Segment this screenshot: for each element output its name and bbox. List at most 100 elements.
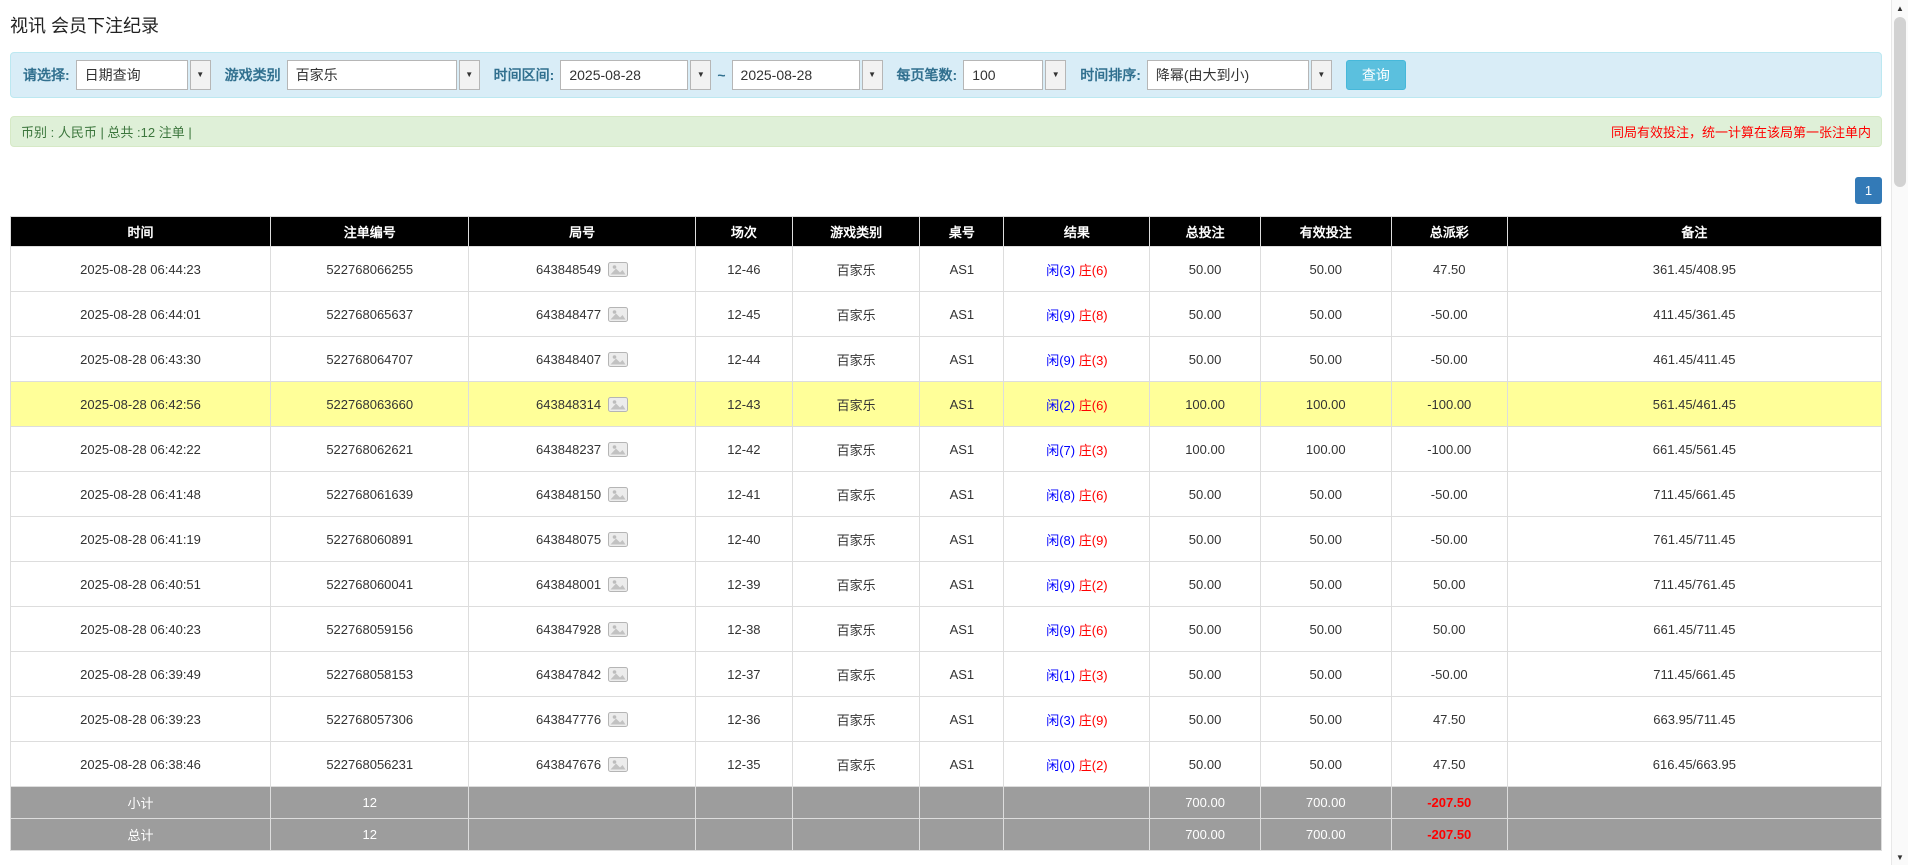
cell-table-no: AS1 bbox=[920, 517, 1004, 562]
image-preview-icon[interactable] bbox=[608, 442, 628, 457]
cell-game-type: 百家乐 bbox=[793, 382, 920, 427]
cell-game-type: 百家乐 bbox=[793, 517, 920, 562]
cell-total-bet[interactable]: 100.00 bbox=[1150, 427, 1260, 472]
scroll-down-arrow-icon[interactable]: ▼ bbox=[1892, 849, 1908, 865]
image-preview-icon[interactable] bbox=[608, 577, 628, 592]
cell-valid-bet: 50.00 bbox=[1260, 697, 1391, 742]
cell-valid-bet: 50.00 bbox=[1260, 607, 1391, 652]
cell-game-type: 百家乐 bbox=[793, 562, 920, 607]
column-header: 时间 bbox=[11, 217, 271, 247]
vertical-scrollbar[interactable]: ▲ ▼ bbox=[1891, 0, 1908, 865]
sort-order-select[interactable]: 降幂(由大到小) ▼ bbox=[1147, 60, 1332, 90]
column-header: 场次 bbox=[695, 217, 792, 247]
search-button[interactable]: 查询 bbox=[1346, 60, 1406, 90]
caret-down-icon[interactable]: ▼ bbox=[459, 60, 480, 90]
cell-valid-bet: 50.00 bbox=[1260, 292, 1391, 337]
cell-session: 12-42 bbox=[695, 427, 792, 472]
cell-total-bet[interactable]: 50.00 bbox=[1150, 697, 1260, 742]
cell-valid-bet: 50.00 bbox=[1260, 337, 1391, 382]
column-header: 桌号 bbox=[920, 217, 1004, 247]
page-size-value[interactable]: 100 bbox=[963, 60, 1043, 90]
date-from-field[interactable]: 2025-08-28 bbox=[560, 60, 688, 90]
banker-result: 庄(2) bbox=[1079, 578, 1108, 593]
caret-down-icon[interactable]: ▼ bbox=[862, 60, 883, 90]
cell-total-bet[interactable]: 50.00 bbox=[1150, 472, 1260, 517]
caret-down-icon[interactable]: ▼ bbox=[190, 60, 211, 90]
image-preview-icon[interactable] bbox=[608, 532, 628, 547]
player-result: 闲(3) bbox=[1046, 263, 1075, 278]
scroll-up-arrow-icon[interactable]: ▲ bbox=[1892, 0, 1908, 16]
cell-bet-id: 522768065637 bbox=[271, 292, 469, 337]
round-number: 643848549 bbox=[536, 262, 601, 277]
caret-glyph: ▼ bbox=[196, 71, 204, 79]
caret-down-icon[interactable]: ▼ bbox=[1311, 60, 1332, 90]
cell-time: 2025-08-28 06:42:56 bbox=[11, 382, 271, 427]
date-range-label: 时间区间: bbox=[494, 65, 555, 85]
cell-valid-bet: 50.00 bbox=[1260, 652, 1391, 697]
column-header: 总派彩 bbox=[1391, 217, 1507, 247]
game-type-value[interactable]: 百家乐 bbox=[287, 60, 457, 90]
image-preview-icon[interactable] bbox=[608, 352, 628, 367]
cell-total-bet[interactable]: 50.00 bbox=[1150, 742, 1260, 787]
image-preview-icon[interactable] bbox=[608, 712, 628, 727]
image-preview-icon[interactable] bbox=[608, 487, 628, 502]
caret-glyph: ▼ bbox=[1052, 71, 1060, 79]
cell-result: 闲(9) 庄(3) bbox=[1004, 337, 1150, 382]
cell-total-bet[interactable]: 50.00 bbox=[1150, 652, 1260, 697]
cell-session: 12-40 bbox=[695, 517, 792, 562]
summary-empty bbox=[920, 819, 1004, 851]
cell-payout: 50.00 bbox=[1391, 607, 1507, 652]
cell-result: 闲(2) 庄(6) bbox=[1004, 382, 1150, 427]
round-number: 643848407 bbox=[536, 352, 601, 367]
game-type-select[interactable]: 百家乐 ▼ bbox=[287, 60, 480, 90]
sort-order-value[interactable]: 降幂(由大到小) bbox=[1147, 60, 1309, 90]
table-header-row: 时间注单编号局号场次游戏类别桌号结果总投注有效投注总派彩备注 bbox=[11, 217, 1882, 247]
date-from-picker[interactable]: 2025-08-28 ▼ bbox=[560, 60, 711, 90]
cell-table-no: AS1 bbox=[920, 292, 1004, 337]
banker-result: 庄(6) bbox=[1079, 398, 1108, 413]
cell-result: 闲(3) 庄(9) bbox=[1004, 697, 1150, 742]
table-row: 2025-08-28 06:42:22522768062621643848237… bbox=[11, 427, 1882, 472]
cell-total-bet[interactable]: 50.00 bbox=[1150, 607, 1260, 652]
cell-remark: 711.45/761.45 bbox=[1507, 562, 1881, 607]
date-to-field[interactable]: 2025-08-28 bbox=[732, 60, 860, 90]
scrollbar-thumb[interactable] bbox=[1894, 17, 1906, 187]
caret-glyph: ▼ bbox=[1317, 71, 1325, 79]
cell-total-bet[interactable]: 50.00 bbox=[1150, 247, 1260, 292]
caret-down-icon[interactable]: ▼ bbox=[1045, 60, 1066, 90]
image-preview-icon[interactable] bbox=[608, 667, 628, 682]
image-preview-icon[interactable] bbox=[608, 262, 628, 277]
query-type-value[interactable]: 日期查询 bbox=[76, 60, 188, 90]
cell-total-bet[interactable]: 50.00 bbox=[1150, 562, 1260, 607]
image-preview-icon[interactable] bbox=[608, 307, 628, 322]
summary-bar: 币别 : 人民币 | 总共 :12 注单 | 同局有效投注，统一计算在该局第一张… bbox=[10, 116, 1882, 147]
cell-total-bet[interactable]: 50.00 bbox=[1150, 517, 1260, 562]
image-preview-icon[interactable] bbox=[608, 757, 628, 772]
table-row: 2025-08-28 06:41:19522768060891643848075… bbox=[11, 517, 1882, 562]
date-to-picker[interactable]: 2025-08-28 ▼ bbox=[732, 60, 883, 90]
banker-result: 庄(6) bbox=[1079, 623, 1108, 638]
column-header: 总投注 bbox=[1150, 217, 1260, 247]
summary-payout: -207.50 bbox=[1391, 787, 1507, 819]
image-preview-icon[interactable] bbox=[608, 622, 628, 637]
cell-time: 2025-08-28 06:41:48 bbox=[11, 472, 271, 517]
cell-result: 闲(9) 庄(8) bbox=[1004, 292, 1150, 337]
betting-records-table: 时间注单编号局号场次游戏类别桌号结果总投注有效投注总派彩备注 2025-08-2… bbox=[10, 216, 1882, 851]
cell-total-bet[interactable]: 50.00 bbox=[1150, 292, 1260, 337]
player-result: 闲(8) bbox=[1046, 488, 1075, 503]
cell-payout: -100.00 bbox=[1391, 427, 1507, 472]
cell-session: 12-39 bbox=[695, 562, 792, 607]
query-type-select[interactable]: 日期查询 ▼ bbox=[76, 60, 211, 90]
cell-payout: -100.00 bbox=[1391, 382, 1507, 427]
cell-total-bet[interactable]: 50.00 bbox=[1150, 337, 1260, 382]
cell-total-bet[interactable]: 100.00 bbox=[1150, 382, 1260, 427]
cell-valid-bet: 100.00 bbox=[1260, 427, 1391, 472]
page-size-label: 每页笔数: bbox=[897, 65, 958, 85]
player-result: 闲(9) bbox=[1046, 308, 1075, 323]
page-button[interactable]: 1 bbox=[1855, 177, 1882, 204]
valid-bet-note: 同局有效投注，统一计算在该局第一张注单内 bbox=[1611, 122, 1871, 141]
caret-down-icon[interactable]: ▼ bbox=[690, 60, 711, 90]
cell-payout: 47.50 bbox=[1391, 247, 1507, 292]
page-size-select[interactable]: 100 ▼ bbox=[963, 60, 1066, 90]
image-preview-icon[interactable] bbox=[608, 397, 628, 412]
